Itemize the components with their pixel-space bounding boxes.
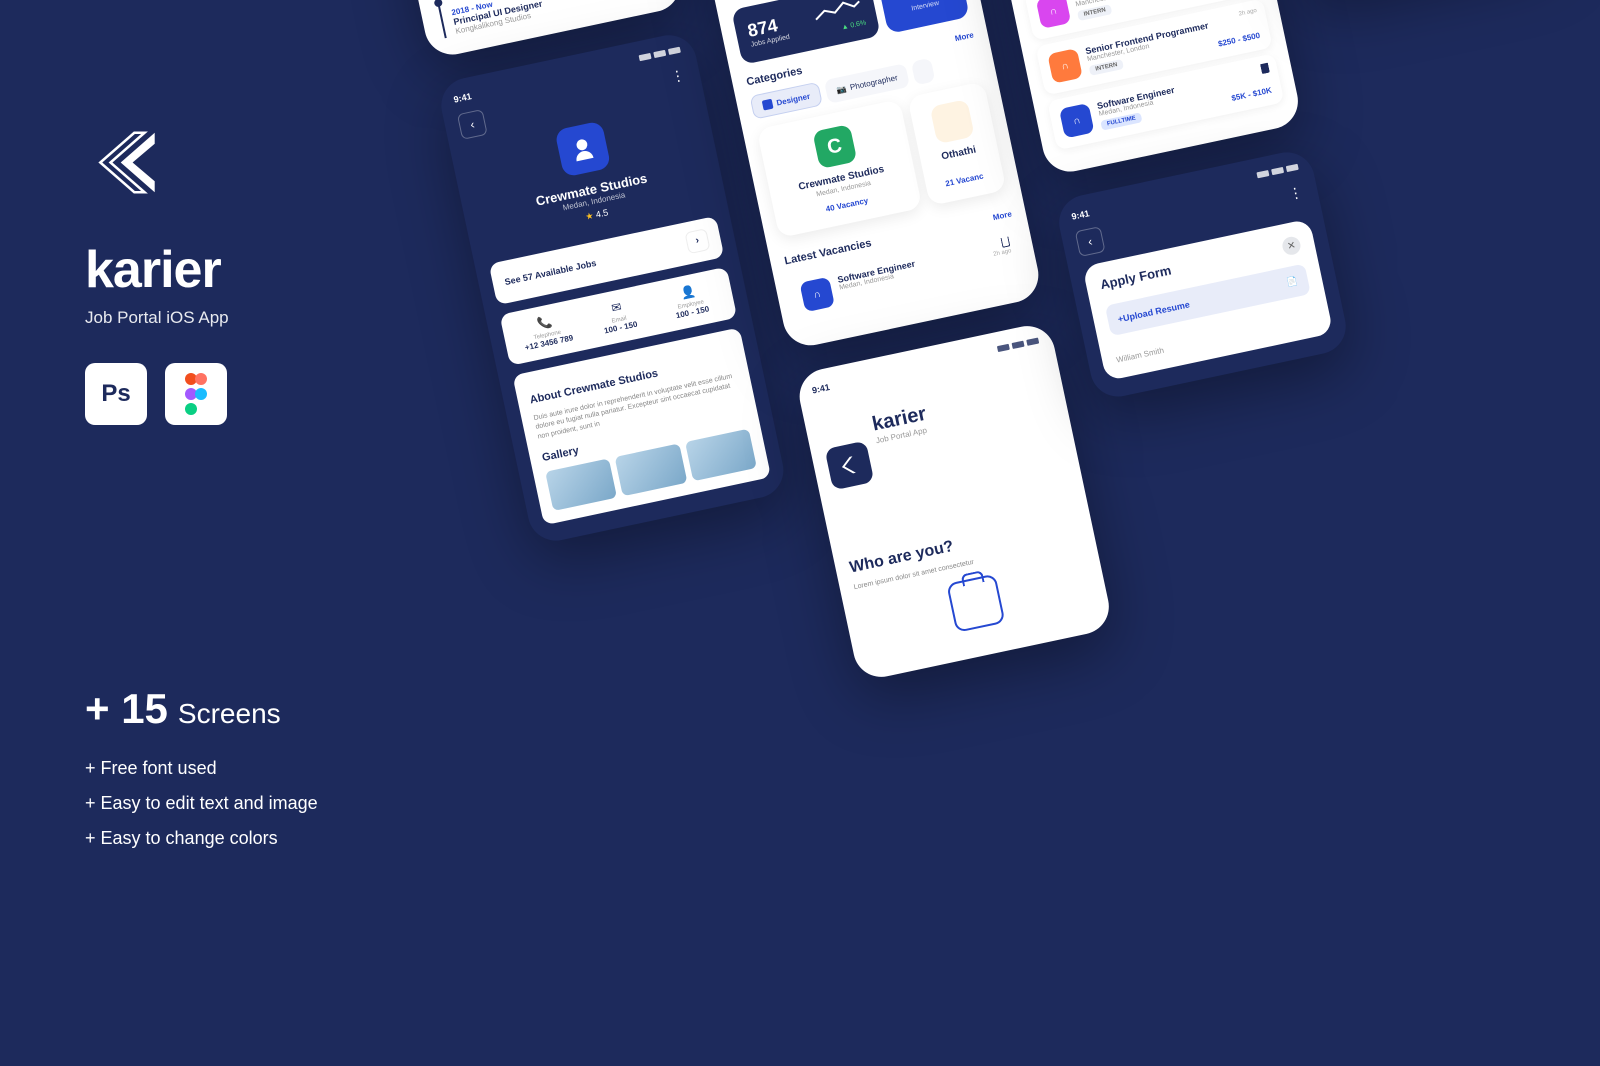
job-logo: ∩ [1047,48,1083,84]
chevron-right-icon: › [684,228,710,254]
company-card[interactable]: C Crewmate Studios Medan, Indonesia 40 V… [757,99,922,238]
app-logo [825,441,875,491]
brand-logo [85,120,170,205]
category-chip[interactable]: Designer [750,82,824,120]
more-link[interactable]: More [992,209,1013,222]
bookmark-icon[interactable] [1000,236,1010,247]
more-link[interactable]: More [954,30,975,43]
file-icon: 📄 [1286,275,1299,288]
category-chip[interactable] [911,58,936,86]
briefcase-icon[interactable] [946,573,1005,632]
apply-screen: 9:41 ‹ ⋮ ✕ Apply Form +Upload Resume 📄 W… [1054,147,1351,402]
screens-count: + 15 Screens [85,685,425,733]
gallery-image[interactable] [615,443,687,496]
brand-name: karier [85,240,425,300]
company-logo: C [812,124,857,169]
photoshop-icon: Ps [85,363,147,425]
more-menu-icon[interactable]: ⋮ [669,66,689,95]
designer-icon [762,99,774,111]
gallery-image[interactable] [685,429,757,482]
back-button[interactable]: ‹ [457,109,488,140]
splash-screen: 9:41 karier Job Portal App Who are you? … [794,321,1114,682]
job-logo: ∩ [1036,0,1072,29]
company-logo [929,99,974,144]
figma-icon [165,363,227,425]
stat-interview[interactable]: 34 Interview [877,0,970,34]
bookmark-icon[interactable] [1260,63,1270,74]
categories-heading: Categories [745,65,803,89]
feature-list: Free font used Easy to edit text and ima… [85,758,425,849]
company-card[interactable]: Othathi 21 Vacanc [907,81,1007,206]
company-detail-screen: 9:41 ‹ ⋮ Crewmate Studios Medan, Indones… [436,30,789,546]
brand-subtitle: Job Portal iOS App [85,308,425,328]
job-logo: ∩ [799,277,835,313]
search-screen: 9:41 ‹ Search Designer ✕ All Fulltime Fr… [973,0,1303,177]
job-logo: ∩ [1059,103,1095,139]
company-logo [554,120,611,177]
more-menu-icon[interactable]: ⋮ [1287,183,1307,212]
back-button[interactable]: ‹ [1075,226,1106,257]
camera-icon: 📷 [835,84,847,95]
gallery-image[interactable] [545,458,617,511]
